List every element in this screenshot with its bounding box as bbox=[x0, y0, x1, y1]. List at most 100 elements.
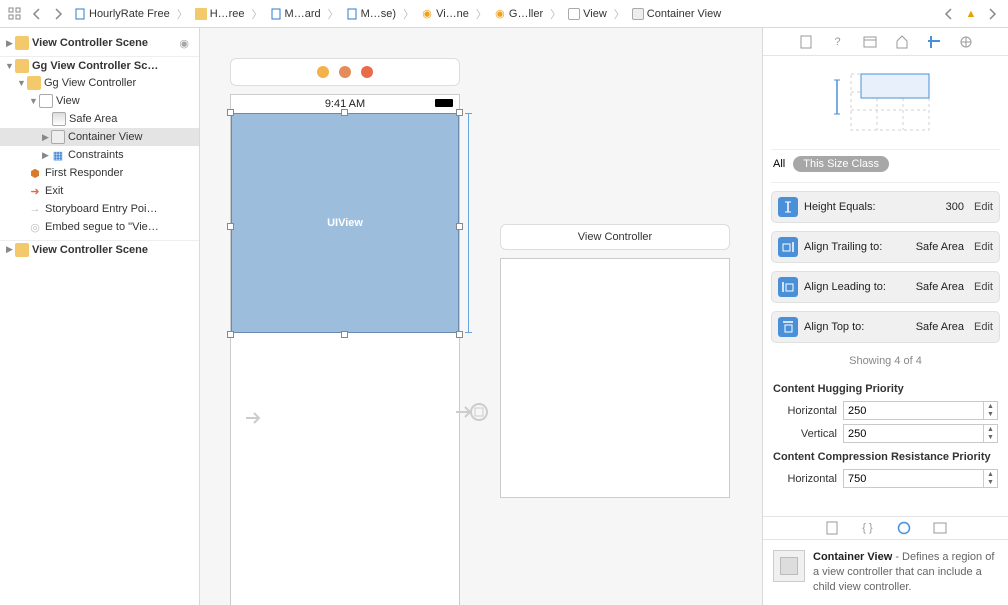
outline-view[interactable]: ▼ View bbox=[0, 92, 199, 110]
resize-handle[interactable] bbox=[341, 331, 348, 338]
disclosure-triangle-icon[interactable]: ▼ bbox=[28, 96, 39, 106]
resize-handle[interactable] bbox=[227, 109, 234, 116]
connections-inspector-tab[interactable] bbox=[958, 34, 974, 50]
constraint-leading[interactable]: Align Leading to: Safe Area Edit bbox=[771, 271, 1000, 303]
size-inspector-tab[interactable] bbox=[926, 34, 942, 50]
vc-proxy-icon[interactable] bbox=[317, 66, 329, 78]
embed-segue-arrow[interactable] bbox=[456, 403, 488, 421]
help-inspector-tab[interactable]: ? bbox=[830, 34, 846, 50]
size-class-all[interactable]: All bbox=[773, 158, 785, 170]
resize-handle[interactable] bbox=[456, 331, 463, 338]
next-issue-button[interactable] bbox=[984, 5, 1002, 23]
selected-container-view[interactable]: UIView bbox=[231, 113, 459, 333]
disclosure-triangle-icon[interactable]: ▶ bbox=[40, 132, 51, 143]
back-button[interactable] bbox=[28, 5, 46, 23]
constraint-value: Safe Area bbox=[912, 321, 968, 333]
outline-scene-1[interactable]: ▶ View Controller Scene ◉ bbox=[0, 34, 199, 52]
disclosure-triangle-icon[interactable]: ▶ bbox=[40, 150, 51, 161]
resize-handle[interactable] bbox=[456, 109, 463, 116]
outline-scene-2[interactable]: ▼ Gg View Controller Sc… bbox=[0, 56, 199, 74]
resize-handle[interactable] bbox=[456, 223, 463, 230]
crumb-label: G…ller bbox=[509, 8, 543, 20]
forward-button[interactable] bbox=[50, 5, 68, 23]
crumb-6[interactable]: View bbox=[566, 8, 609, 20]
field-label: Vertical bbox=[773, 428, 837, 440]
autoresizing-preview[interactable] bbox=[771, 64, 1000, 150]
crumb-2[interactable]: M…ard bbox=[268, 8, 323, 20]
stepper[interactable]: ▲▼ bbox=[983, 425, 997, 442]
outline-container-view[interactable]: ▶ Container View bbox=[0, 128, 199, 146]
edit-button[interactable]: Edit bbox=[974, 201, 993, 213]
related-items-icon[interactable] bbox=[6, 5, 24, 23]
stepper[interactable]: ▲▼ bbox=[983, 470, 997, 487]
constraints-icon: ▦ bbox=[51, 148, 65, 162]
hugging-horizontal-input[interactable]: 250▲▼ bbox=[843, 401, 998, 420]
identity-inspector-tab[interactable] bbox=[862, 34, 878, 50]
outline-entry-point[interactable]: → Storyboard Entry Poi… bbox=[0, 200, 199, 218]
scene-view-controller-2[interactable]: View Controller bbox=[500, 224, 730, 498]
scene-title[interactable]: View Controller bbox=[500, 224, 730, 250]
scene-options-icon[interactable]: ◉ bbox=[179, 37, 193, 50]
outline-label: Exit bbox=[45, 185, 193, 197]
first-responder-proxy-icon[interactable] bbox=[339, 66, 351, 78]
hugging-vertical-input[interactable]: 250▲▼ bbox=[843, 424, 998, 443]
outline-label: Safe Area bbox=[69, 113, 193, 125]
crumb-4[interactable]: ◉Vi…ne bbox=[419, 8, 471, 20]
disclosure-triangle-icon[interactable]: ▼ bbox=[4, 61, 15, 71]
edit-button[interactable]: Edit bbox=[974, 241, 993, 253]
media-library-tab[interactable] bbox=[932, 520, 948, 536]
file-template-library-tab[interactable] bbox=[824, 520, 840, 536]
crumb-7[interactable]: Container View bbox=[630, 8, 723, 20]
compression-horizontal-input[interactable]: 750▲▼ bbox=[843, 469, 998, 488]
outline-first-responder[interactable]: ⬢ First Responder bbox=[0, 164, 199, 182]
disclosure-triangle-icon[interactable]: ▼ bbox=[16, 78, 27, 88]
outline-exit[interactable]: ➜ Exit bbox=[0, 182, 199, 200]
disclosure-triangle-icon[interactable]: ▶ bbox=[4, 38, 15, 49]
library-tab-bar: { } bbox=[763, 516, 1008, 540]
crumb-5[interactable]: ◉G…ller bbox=[492, 8, 545, 20]
prev-issue-button[interactable] bbox=[940, 5, 958, 23]
constraint-height[interactable]: Height Equals: 300 Edit bbox=[771, 191, 1000, 223]
chevron-right-icon: 〉 bbox=[176, 6, 189, 22]
crumb-3[interactable]: M…se) bbox=[344, 8, 398, 20]
scene-dock[interactable] bbox=[230, 58, 460, 86]
constraint-top[interactable]: Align Top to: Safe Area Edit bbox=[771, 311, 1000, 343]
container-icon bbox=[632, 8, 644, 20]
resize-handle[interactable] bbox=[227, 331, 234, 338]
scene-icon bbox=[15, 243, 29, 257]
field-label: Horizontal bbox=[773, 405, 837, 417]
crumb-0[interactable]: HourlyRate Free bbox=[72, 8, 172, 20]
viewcontroller-icon: ◉ bbox=[494, 8, 506, 20]
segue-icon[interactable] bbox=[470, 403, 488, 421]
attributes-inspector-tab[interactable] bbox=[894, 34, 910, 50]
stepper[interactable]: ▲▼ bbox=[983, 402, 997, 419]
crumb-1[interactable]: H…ree bbox=[193, 8, 247, 20]
resize-handle[interactable] bbox=[227, 223, 234, 230]
outline-embed-segue[interactable]: ◎ Embed segue to "Vie… bbox=[0, 218, 199, 236]
outline-safe-area[interactable]: Safe Area bbox=[0, 110, 199, 128]
warning-icon[interactable]: ▲ bbox=[962, 5, 980, 23]
inspector-panel: ? All This Size Class Heigh bbox=[762, 28, 1008, 605]
file-inspector-tab[interactable] bbox=[798, 34, 814, 50]
edit-button[interactable]: Edit bbox=[974, 281, 993, 293]
disclosure-triangle-icon[interactable]: ▶ bbox=[4, 244, 15, 255]
code-snippet-library-tab[interactable]: { } bbox=[860, 520, 876, 536]
resize-handle[interactable] bbox=[341, 109, 348, 116]
first-responder-icon: ⬢ bbox=[28, 166, 42, 180]
outline-scene-3[interactable]: ▶ View Controller Scene bbox=[0, 240, 199, 258]
size-class-this[interactable]: This Size Class bbox=[793, 156, 889, 172]
child-view[interactable] bbox=[500, 258, 730, 498]
step-down-icon: ▼ bbox=[984, 434, 997, 443]
chevron-right-icon: 〉 bbox=[402, 6, 415, 22]
entry-point-arrow-icon[interactable] bbox=[244, 408, 264, 428]
constraint-trailing[interactable]: Align Trailing to: Safe Area Edit bbox=[771, 231, 1000, 263]
step-up-icon: ▲ bbox=[984, 402, 997, 411]
interface-builder-canvas[interactable]: 9:41 AM UIView View Controlle bbox=[200, 28, 762, 605]
outline-constraints[interactable]: ▶ ▦ Constraints bbox=[0, 146, 199, 164]
device-frame[interactable]: 9:41 AM UIView bbox=[230, 94, 460, 605]
exit-proxy-icon[interactable] bbox=[361, 66, 373, 78]
edit-button[interactable]: Edit bbox=[974, 321, 993, 333]
outline-vc[interactable]: ▼ Gg View Controller bbox=[0, 74, 199, 92]
object-library-tab[interactable] bbox=[896, 520, 912, 536]
scene-gg-view-controller[interactable]: 9:41 AM UIView bbox=[230, 58, 460, 605]
